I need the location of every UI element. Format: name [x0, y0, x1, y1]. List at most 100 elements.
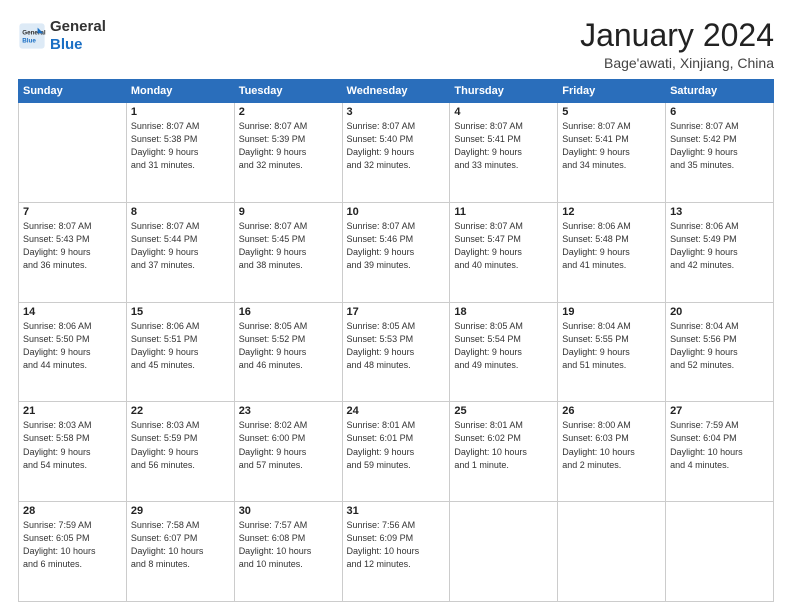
- day-detail: Sunrise: 8:07 AMSunset: 5:45 PMDaylight:…: [239, 220, 338, 272]
- calendar-cell: [19, 103, 127, 203]
- header: General Blue General Blue January 2024 B…: [18, 18, 774, 71]
- day-detail: Sunrise: 8:07 AMSunset: 5:41 PMDaylight:…: [562, 120, 661, 172]
- logo-text: General Blue: [50, 18, 106, 54]
- day-number: 9: [239, 206, 338, 218]
- page: General Blue General Blue January 2024 B…: [0, 0, 792, 612]
- svg-text:Blue: Blue: [22, 37, 36, 44]
- subtitle: Bage'awati, Xinjiang, China: [580, 55, 774, 71]
- calendar-cell: 1 Sunrise: 8:07 AMSunset: 5:38 PMDaylight…: [126, 103, 234, 203]
- day-detail: Sunrise: 8:07 AMSunset: 5:43 PMDaylight:…: [23, 220, 122, 272]
- calendar-cell: 16Sunrise: 8:05 AMSunset: 5:52 PMDayligh…: [234, 302, 342, 402]
- day-detail: Sunrise: 8:03 AMSunset: 5:59 PMDaylight:…: [131, 419, 230, 471]
- calendar-cell: 10 Sunrise: 8:07 AMSunset: 5:46 PMDayligh…: [342, 202, 450, 302]
- calendar-day-header: Wednesday: [342, 80, 450, 103]
- day-number: 12: [562, 206, 661, 218]
- calendar-cell: 21 Sunrise: 8:03 AMSunset: 5:58 PMDayligh…: [19, 402, 127, 502]
- calendar-day-header: Friday: [558, 80, 666, 103]
- calendar-cell: [558, 502, 666, 602]
- day-number: 10: [347, 206, 446, 218]
- day-number: 22: [131, 405, 230, 417]
- calendar-cell: 13 Sunrise: 8:06 AMSunset: 5:49 PMDayligh…: [666, 202, 774, 302]
- day-number: 17: [347, 306, 446, 318]
- day-number: 21: [23, 405, 122, 417]
- day-number: 29: [131, 505, 230, 517]
- calendar-week-row: 7 Sunrise: 8:07 AMSunset: 5:43 PMDaylight…: [19, 202, 774, 302]
- calendar-week-row: 14 Sunrise: 8:06 AMSunset: 5:50 PMDayligh…: [19, 302, 774, 402]
- calendar-day-header: Monday: [126, 80, 234, 103]
- day-number: 30: [239, 505, 338, 517]
- day-number: 28: [23, 505, 122, 517]
- calendar-week-row: 1 Sunrise: 8:07 AMSunset: 5:38 PMDaylight…: [19, 103, 774, 203]
- day-number: 18: [454, 306, 553, 318]
- day-number: 20: [670, 306, 769, 318]
- calendar-cell: [450, 502, 558, 602]
- day-detail: Sunrise: 8:06 AMSunset: 5:50 PMDaylight:…: [23, 320, 122, 372]
- calendar-cell: 26Sunrise: 8:00 AMSunset: 6:03 PMDayligh…: [558, 402, 666, 502]
- calendar-day-header: Thursday: [450, 80, 558, 103]
- calendar-cell: 29Sunrise: 7:58 AMSunset: 6:07 PMDayligh…: [126, 502, 234, 602]
- day-number: 31: [347, 505, 446, 517]
- calendar-day-header: Tuesday: [234, 80, 342, 103]
- day-detail: Sunrise: 7:59 AMSunset: 6:05 PMDaylight:…: [23, 519, 122, 571]
- day-detail: Sunrise: 8:07 AMSunset: 5:38 PMDaylight:…: [131, 120, 230, 172]
- day-detail: Sunrise: 8:03 AMSunset: 5:58 PMDaylight:…: [23, 419, 122, 471]
- day-number: 24: [347, 405, 446, 417]
- day-detail: Sunrise: 8:05 AMSunset: 5:53 PMDaylight:…: [347, 320, 446, 372]
- day-number: 23: [239, 405, 338, 417]
- logo-icon: General Blue: [18, 22, 46, 50]
- day-detail: Sunrise: 7:56 AMSunset: 6:09 PMDaylight:…: [347, 519, 446, 571]
- calendar-cell: 7 Sunrise: 8:07 AMSunset: 5:43 PMDaylight…: [19, 202, 127, 302]
- day-number: 16: [239, 306, 338, 318]
- main-title: January 2024: [580, 18, 774, 53]
- day-number: 7: [23, 206, 122, 218]
- calendar-cell: 3Sunrise: 8:07 AMSunset: 5:40 PMDaylight…: [342, 103, 450, 203]
- day-detail: Sunrise: 8:07 AMSunset: 5:46 PMDaylight:…: [347, 220, 446, 272]
- day-number: 3: [347, 106, 446, 118]
- calendar-header-row: SundayMondayTuesdayWednesdayThursdayFrid…: [19, 80, 774, 103]
- calendar-cell: 17 Sunrise: 8:05 AMSunset: 5:53 PMDayligh…: [342, 302, 450, 402]
- day-detail: Sunrise: 7:57 AMSunset: 6:08 PMDaylight:…: [239, 519, 338, 571]
- day-detail: Sunrise: 8:04 AMSunset: 5:56 PMDaylight:…: [670, 320, 769, 372]
- day-detail: Sunrise: 8:07 AMSunset: 5:39 PMDaylight:…: [239, 120, 338, 172]
- calendar-cell: 30 Sunrise: 7:57 AMSunset: 6:08 PMDayligh…: [234, 502, 342, 602]
- calendar-cell: 15 Sunrise: 8:06 AMSunset: 5:51 PMDayligh…: [126, 302, 234, 402]
- day-number: 19: [562, 306, 661, 318]
- calendar-week-row: 28 Sunrise: 7:59 AMSunset: 6:05 PMDayligh…: [19, 502, 774, 602]
- day-number: 14: [23, 306, 122, 318]
- day-detail: Sunrise: 8:07 AMSunset: 5:41 PMDaylight:…: [454, 120, 553, 172]
- calendar-cell: 11Sunrise: 8:07 AMSunset: 5:47 PMDayligh…: [450, 202, 558, 302]
- calendar-cell: 18Sunrise: 8:05 AMSunset: 5:54 PMDayligh…: [450, 302, 558, 402]
- logo: General Blue General Blue: [18, 18, 106, 54]
- calendar-week-row: 21 Sunrise: 8:03 AMSunset: 5:58 PMDayligh…: [19, 402, 774, 502]
- calendar-cell: 6Sunrise: 8:07 AMSunset: 5:42 PMDaylight…: [666, 103, 774, 203]
- day-detail: Sunrise: 8:06 AMSunset: 5:51 PMDaylight:…: [131, 320, 230, 372]
- calendar-day-header: Sunday: [19, 80, 127, 103]
- day-detail: Sunrise: 8:02 AMSunset: 6:00 PMDaylight:…: [239, 419, 338, 471]
- day-number: 8: [131, 206, 230, 218]
- calendar-cell: 2Sunrise: 8:07 AMSunset: 5:39 PMDaylight…: [234, 103, 342, 203]
- calendar-cell: 28 Sunrise: 7:59 AMSunset: 6:05 PMDayligh…: [19, 502, 127, 602]
- calendar-cell: 14 Sunrise: 8:06 AMSunset: 5:50 PMDayligh…: [19, 302, 127, 402]
- calendar-cell: 27Sunrise: 7:59 AMSunset: 6:04 PMDayligh…: [666, 402, 774, 502]
- day-number: 4: [454, 106, 553, 118]
- day-number: 27: [670, 405, 769, 417]
- calendar-cell: 23 Sunrise: 8:02 AMSunset: 6:00 PMDayligh…: [234, 402, 342, 502]
- day-number: 5: [562, 106, 661, 118]
- day-number: 6: [670, 106, 769, 118]
- day-number: 26: [562, 405, 661, 417]
- calendar-cell: 19Sunrise: 8:04 AMSunset: 5:55 PMDayligh…: [558, 302, 666, 402]
- day-detail: Sunrise: 8:01 AMSunset: 6:02 PMDaylight:…: [454, 419, 553, 471]
- title-block: January 2024 Bage'awati, Xinjiang, China: [580, 18, 774, 71]
- day-number: 15: [131, 306, 230, 318]
- day-number: 11: [454, 206, 553, 218]
- day-detail: Sunrise: 8:06 AMSunset: 5:48 PMDaylight:…: [562, 220, 661, 272]
- day-number: 25: [454, 405, 553, 417]
- calendar-cell: 22 Sunrise: 8:03 AMSunset: 5:59 PMDayligh…: [126, 402, 234, 502]
- day-detail: Sunrise: 8:01 AMSunset: 6:01 PMDaylight:…: [347, 419, 446, 471]
- day-detail: Sunrise: 8:06 AMSunset: 5:49 PMDaylight:…: [670, 220, 769, 272]
- calendar-table: SundayMondayTuesdayWednesdayThursdayFrid…: [18, 79, 774, 602]
- day-number: 1: [131, 106, 230, 118]
- calendar-cell: 12 Sunrise: 8:06 AMSunset: 5:48 PMDayligh…: [558, 202, 666, 302]
- calendar-cell: [666, 502, 774, 602]
- day-number: 13: [670, 206, 769, 218]
